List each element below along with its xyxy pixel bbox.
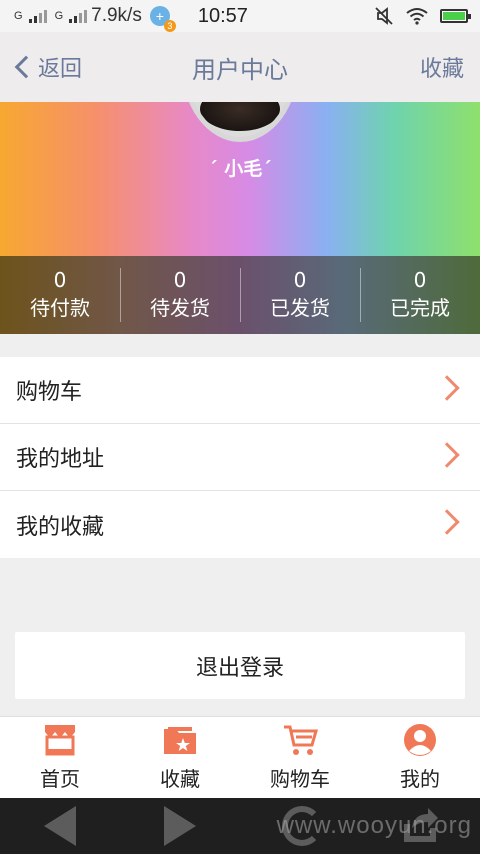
menu-item-cart[interactable]: 购物车 — [0, 357, 480, 424]
system-nav-bar: www.wooyun.org — [0, 798, 480, 854]
nav-back-icon[interactable] — [44, 806, 76, 846]
wifi-icon — [406, 8, 428, 25]
store-icon — [45, 725, 75, 756]
sim2-label: G — [54, 10, 64, 22]
battery-icon — [440, 9, 471, 23]
stat-count: 0 — [413, 268, 427, 292]
sim2-signal: G 7.9k/s — [55, 5, 142, 27]
chevron-right-icon — [434, 509, 460, 535]
nav-forward-icon[interactable] — [164, 806, 196, 846]
bottom-tab-bar: 首页 收藏 购物车 我的 — [0, 716, 480, 798]
menu-item-favorites[interactable]: 我的收藏 — [0, 491, 480, 558]
profile-banner: ´ 小毛´ 0 待付款 0 待发货 0 已发货 0 已完成 — [0, 102, 480, 334]
tab-me[interactable]: 我的 — [360, 717, 480, 798]
qq-notification-icon: + 3 — [149, 6, 176, 32]
stat-label: 待发货 — [150, 296, 210, 320]
tab-label: 购物车 — [270, 767, 330, 791]
stat-shipped[interactable]: 0 已发货 — [240, 256, 360, 334]
stat-pending-payment[interactable]: 0 待付款 — [0, 256, 120, 334]
username: ´ 小毛´ — [208, 158, 272, 180]
network-speed: 7.9k/s — [91, 5, 142, 26]
sim1-label: G — [14, 10, 23, 22]
stat-label: 已完成 — [390, 296, 450, 320]
stat-count: 0 — [173, 268, 187, 292]
mute-icon — [375, 7, 393, 25]
app-header: 返回 用户中心 收藏 — [0, 32, 480, 102]
menu-item-address[interactable]: 我的地址 — [0, 424, 480, 491]
stat-completed[interactable]: 0 已完成 — [360, 256, 480, 334]
order-stats-bar: 0 待付款 0 待发货 0 已发货 0 已完成 — [0, 256, 480, 334]
chevron-right-icon — [434, 442, 460, 468]
clock: 10:57 — [197, 4, 248, 27]
folder-star-icon — [164, 727, 196, 754]
sim1-signal: G — [14, 9, 47, 23]
tab-label: 我的 — [400, 767, 440, 791]
watermark: www.wooyun.org — [276, 812, 472, 839]
signal-bars-icon — [69, 9, 88, 23]
menu-item-label: 我的地址 — [16, 447, 105, 472]
tab-home[interactable]: 首页 — [0, 717, 120, 798]
stat-count: 0 — [293, 268, 307, 292]
stat-count: 0 — [53, 268, 67, 292]
chevron-right-icon — [434, 375, 460, 401]
menu-item-label: 我的收藏 — [16, 514, 105, 540]
tab-label: 收藏 — [160, 767, 200, 791]
menu-item-label: 购物车 — [16, 380, 83, 405]
tab-cart[interactable]: 购物车 — [240, 717, 360, 798]
stat-label: 待付款 — [30, 296, 90, 320]
status-bar: G G 7.9k/s + 3 10:57 — [0, 0, 480, 32]
tab-label: 首页 — [40, 767, 80, 791]
menu-list: 购物车 我的地址 我的收藏 — [0, 357, 480, 558]
tab-favorites[interactable]: 收藏 — [120, 717, 240, 798]
signal-bars-icon — [28, 9, 47, 23]
logout-button[interactable]: 退出登录 — [15, 632, 465, 699]
favorite-button[interactable]: 收藏 — [420, 32, 464, 102]
stat-label: 已发货 — [270, 296, 330, 320]
user-icon — [404, 724, 436, 756]
page-title: 用户中心 — [192, 55, 288, 84]
cart-icon — [284, 725, 318, 755]
stat-pending-shipment[interactable]: 0 待发货 — [120, 256, 240, 334]
notification-badge: 3 — [163, 20, 176, 32]
avatar[interactable] — [181, 102, 299, 142]
